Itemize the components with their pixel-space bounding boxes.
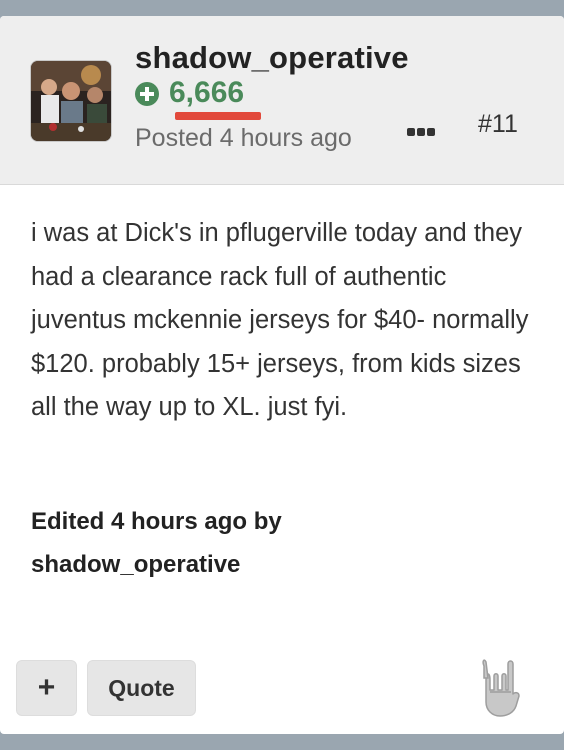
forum-post-card: shadow_operative 6,666 Posted 4 hours ag… [0,16,564,734]
edited-by-user[interactable]: shadow_operative [31,543,431,586]
plus-circle-icon [135,82,159,106]
edited-prefix: Edited 4 hours ago by [31,508,282,535]
multiquote-button[interactable]: + [16,660,77,716]
more-options-icon[interactable] [403,124,439,140]
quote-button[interactable]: Quote [87,660,196,716]
post-number[interactable]: #11 [478,110,518,139]
reputation-count[interactable]: 6,666 [169,76,244,110]
post-header: shadow_operative 6,666 Posted 4 hours ag… [0,16,564,185]
avatar[interactable] [30,60,112,142]
username[interactable]: shadow_operative [135,40,409,76]
post-timestamp: Posted 4 hours ago [135,124,352,152]
reputation-highlight-mark [175,112,261,120]
rock-on-hand-icon[interactable] [478,656,524,718]
post-body: i was at Dick's in pflugerville today an… [31,219,529,421]
edited-note: Edited 4 hours ago by shadow_operative [31,500,431,586]
